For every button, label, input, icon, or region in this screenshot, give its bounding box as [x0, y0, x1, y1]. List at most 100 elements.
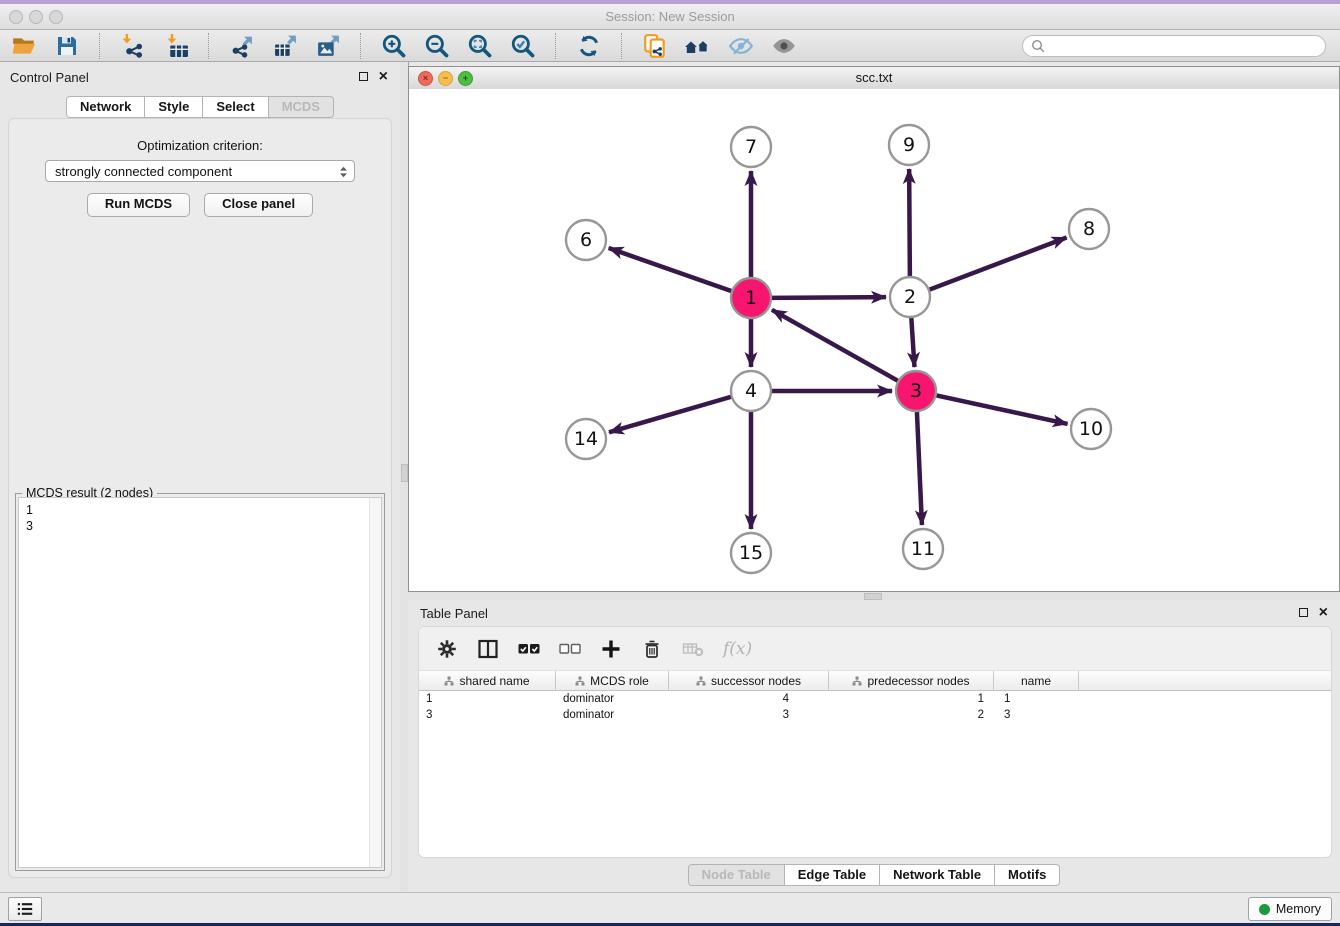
graph-node-10[interactable]: 10	[1071, 409, 1111, 449]
export-network-icon[interactable]	[228, 32, 256, 60]
close-table-panel-icon[interactable]: ×	[1319, 607, 1328, 618]
control-panel-title: Control Panel	[10, 70, 89, 85]
main-titlebar[interactable]: Session: New Session	[0, 4, 1340, 30]
svg-text:10: 10	[1079, 418, 1103, 440]
tab-edge-table[interactable]: Edge Table	[785, 864, 880, 886]
delete-column-trash-icon[interactable]	[641, 638, 663, 660]
cell-predecessor-nodes[interactable]: 1	[829, 691, 994, 707]
table-settings-gear-icon[interactable]	[436, 638, 458, 660]
graph-node-11[interactable]: 11	[903, 529, 943, 569]
open-file-icon[interactable]	[10, 32, 38, 60]
tab-mcds[interactable]: MCDS	[269, 96, 334, 118]
optimization-criterion-label: Optimization criterion:	[9, 138, 391, 153]
float-panel-icon[interactable]	[359, 72, 368, 81]
svg-text:8: 8	[1083, 218, 1095, 240]
clone-network-icon[interactable]	[641, 32, 669, 60]
cell-shared-name[interactable]: 3	[419, 707, 556, 723]
tab-motifs[interactable]: Motifs	[995, 864, 1060, 886]
cell-successor-nodes[interactable]: 3	[669, 707, 829, 723]
graph-node-1[interactable]: 1	[731, 278, 771, 318]
hide-selection-icon[interactable]	[727, 32, 755, 60]
export-table-icon[interactable]	[271, 32, 299, 60]
list-icon	[15, 900, 35, 918]
graph-node-15[interactable]: 15	[731, 533, 771, 573]
mcds-result-area[interactable]: 1 3	[18, 497, 382, 868]
zoom-fit-icon[interactable]	[466, 32, 494, 60]
svg-text:2: 2	[904, 286, 916, 308]
import-table-icon[interactable]	[162, 32, 190, 60]
svg-text:1: 1	[745, 287, 757, 309]
show-column-panel-icon[interactable]	[477, 638, 499, 660]
close-panel-button[interactable]: Close panel	[204, 193, 313, 217]
zoom-out-icon[interactable]	[423, 32, 451, 60]
toolbar-separator	[621, 33, 623, 59]
svg-text:6: 6	[580, 229, 592, 251]
graph-node-4[interactable]: 4	[731, 371, 771, 411]
search-input[interactable]	[1050, 38, 1317, 54]
optimization-criterion-select[interactable]: strongly connected component	[45, 160, 355, 182]
column-header-shared-name[interactable]: shared name	[419, 671, 556, 690]
memory-button[interactable]: Memory	[1248, 897, 1332, 921]
cell-mcds-role[interactable]: dominator	[556, 707, 669, 723]
splitter-grip[interactable]	[864, 593, 882, 600]
tab-network[interactable]: Network	[66, 96, 145, 118]
network-window-titlebar[interactable]: × − + scc.txt	[409, 67, 1339, 90]
tab-node-table[interactable]: Node Table	[688, 864, 785, 886]
sort-hierarchy-icon	[852, 676, 862, 686]
optimization-criterion-value: strongly connected component	[55, 164, 232, 179]
tab-network-table[interactable]: Network Table	[880, 864, 995, 886]
graph-node-9[interactable]: 9	[889, 125, 929, 165]
apply-layout-icon[interactable]	[575, 32, 603, 60]
cell-name[interactable]: 3	[994, 707, 1079, 723]
search-field[interactable]	[1022, 35, 1326, 57]
table-row[interactable]: 3 dominator 3 2 3	[419, 707, 1331, 723]
svg-text:3: 3	[910, 380, 922, 402]
column-header-successor-nodes[interactable]: successor nodes	[669, 671, 829, 690]
cell-mcds-role[interactable]: dominator	[556, 691, 669, 707]
import-network-icon[interactable]	[119, 32, 147, 60]
session-title: Session: New Session	[0, 4, 1340, 29]
unselect-all-columns-icon[interactable]	[559, 638, 581, 660]
graph-node-8[interactable]: 8	[1069, 209, 1109, 249]
save-session-icon[interactable]	[53, 32, 81, 60]
create-column-plus-icon[interactable]	[600, 638, 622, 660]
task-history-button[interactable]	[8, 897, 42, 921]
mcds-result-line: 3	[26, 518, 362, 534]
graph-node-6[interactable]: 6	[566, 220, 606, 260]
show-all-icon[interactable]	[770, 32, 798, 60]
table-row[interactable]: 1 dominator 4 1 1	[419, 691, 1331, 707]
zoom-selected-icon[interactable]	[509, 32, 537, 60]
delete-table-icon[interactable]	[682, 638, 704, 660]
cell-shared-name[interactable]: 1	[419, 691, 556, 707]
column-header-name[interactable]: name	[994, 671, 1079, 690]
main-toolbar	[0, 30, 1340, 62]
network-graph: 1 2 3 4 6 7 8 9 10 11 14 15	[409, 89, 1339, 591]
table-panel: Table Panel ×	[408, 600, 1340, 892]
cell-predecessor-nodes[interactable]: 2	[829, 707, 994, 723]
zoom-in-icon[interactable]	[380, 32, 408, 60]
toolbar-separator	[208, 33, 210, 59]
tab-select[interactable]: Select	[203, 96, 268, 118]
column-header-mcds-role[interactable]: MCDS role	[556, 671, 669, 690]
network-canvas[interactable]: 1 2 3 4 6 7 8 9 10 11 14 15	[409, 89, 1339, 591]
run-mcds-button[interactable]: Run MCDS	[87, 193, 190, 217]
graph-node-3[interactable]: 3	[896, 371, 936, 411]
cell-name[interactable]: 1	[994, 691, 1079, 707]
graph-node-14[interactable]: 14	[566, 419, 606, 459]
splitter-grip[interactable]	[401, 464, 408, 482]
memory-status-icon	[1259, 904, 1270, 915]
export-image-icon[interactable]	[314, 32, 342, 60]
float-table-panel-icon[interactable]	[1299, 608, 1308, 617]
function-builder-icon[interactable]: f(x)	[723, 639, 752, 659]
column-header-predecessor-nodes[interactable]: predecessor nodes	[829, 671, 994, 690]
result-scrollbar[interactable]	[369, 498, 381, 867]
first-neighbors-icon[interactable]	[684, 32, 712, 60]
graph-node-7[interactable]: 7	[731, 127, 771, 167]
close-panel-icon[interactable]: ×	[379, 71, 388, 82]
svg-text:7: 7	[745, 136, 757, 158]
graph-node-2[interactable]: 2	[890, 277, 930, 317]
network-view-window: × − + scc.txt 1 2 3 4 6 7 8 9 10 11 14 15	[408, 66, 1340, 592]
cell-successor-nodes[interactable]: 4	[669, 691, 829, 707]
select-all-columns-icon[interactable]	[518, 638, 540, 660]
tab-style[interactable]: Style	[145, 96, 203, 118]
